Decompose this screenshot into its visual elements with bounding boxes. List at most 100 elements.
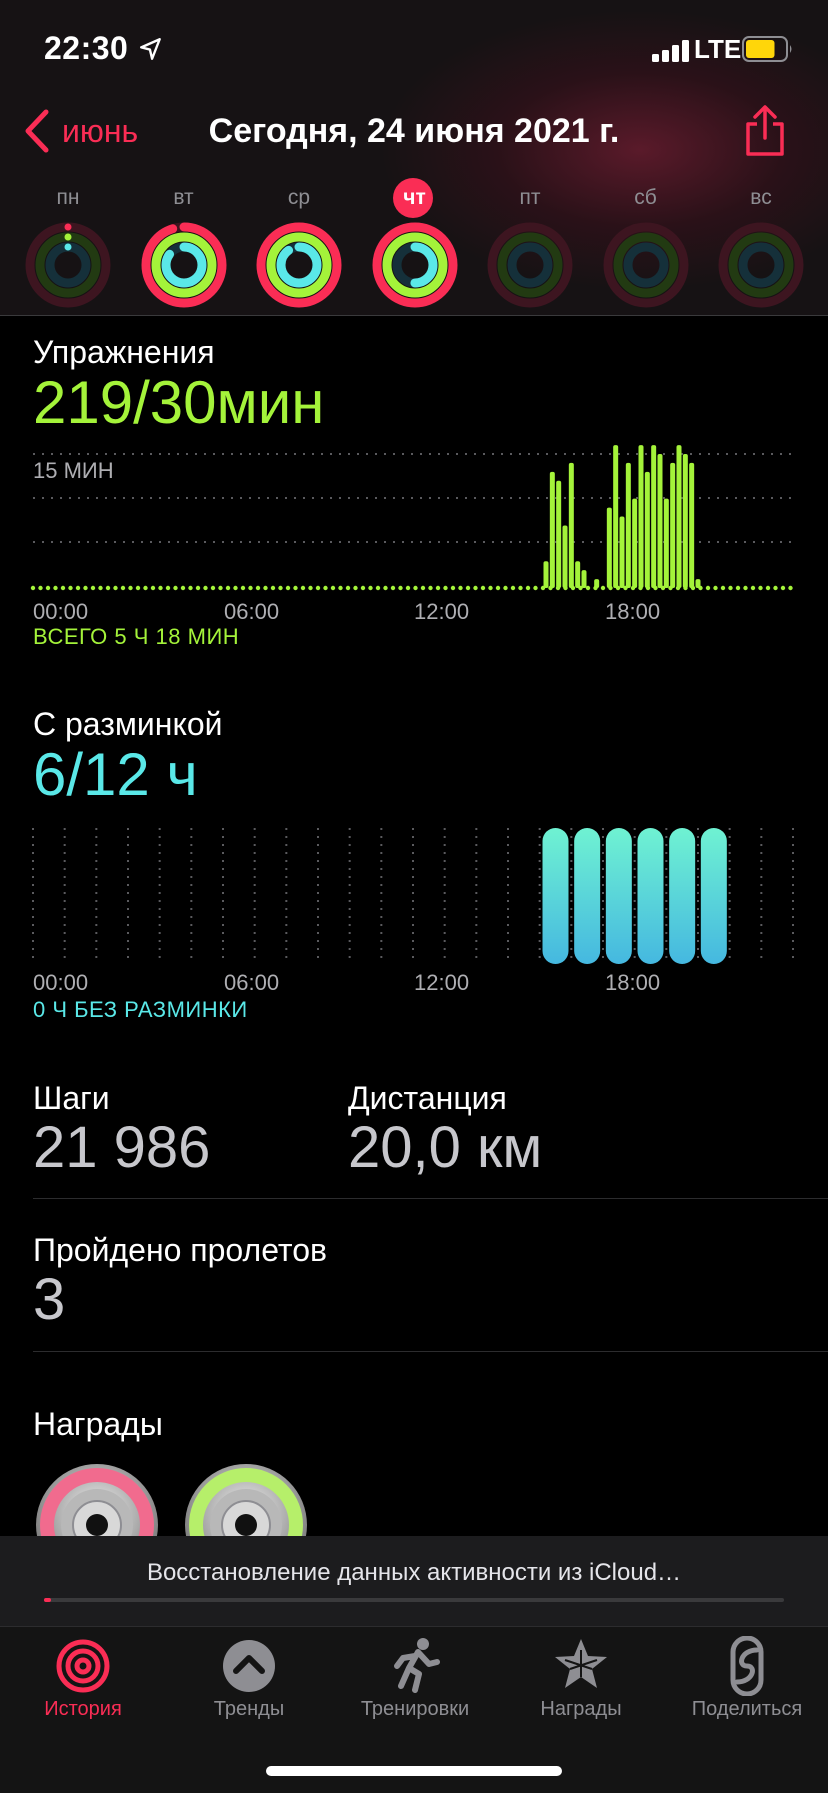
activity-ring-4[interactable] bbox=[487, 222, 573, 308]
exercise-baseline-dot bbox=[90, 585, 96, 591]
stand-bar bbox=[669, 828, 696, 964]
exercise-bar bbox=[695, 579, 701, 588]
ring-move-dot bbox=[64, 223, 72, 231]
awards-star-icon bbox=[555, 1639, 607, 1688]
exercise-baseline-dot bbox=[330, 585, 336, 591]
exercise-baseline-dot bbox=[758, 585, 763, 591]
exercise-baseline-dot bbox=[113, 585, 118, 591]
exercise-bar bbox=[613, 445, 619, 588]
exercise-value: 219/30мин bbox=[33, 369, 325, 436]
stand-bar bbox=[574, 828, 601, 964]
activity-ring-6[interactable] bbox=[718, 222, 804, 308]
exercise-baseline-dot bbox=[368, 585, 373, 591]
home-indicator[interactable] bbox=[266, 1766, 562, 1776]
day-label[interactable]: пт bbox=[495, 186, 565, 210]
exercise-bar bbox=[594, 579, 600, 588]
exercise-bar bbox=[657, 454, 663, 588]
exercise-baseline-dot bbox=[128, 585, 133, 591]
stand-bar bbox=[700, 828, 727, 964]
exercise-baseline-dot bbox=[788, 585, 793, 591]
exercise-baseline-dot bbox=[585, 585, 591, 591]
exercise-baseline-dot bbox=[488, 585, 493, 591]
exercise-baseline-dot bbox=[338, 585, 343, 591]
day-label[interactable]: пн bbox=[33, 186, 103, 210]
exercise-bar bbox=[549, 471, 555, 588]
tab-awards[interactable]: Награды bbox=[498, 1636, 664, 1740]
activity-ring-2[interactable] bbox=[256, 222, 342, 308]
activity-ring-5[interactable] bbox=[603, 222, 689, 308]
running-figure-icon bbox=[394, 1638, 440, 1693]
exercise-baseline-dot bbox=[750, 585, 756, 591]
stand-tick-0: 00:00 bbox=[33, 970, 89, 995]
activity-ring-3[interactable] bbox=[372, 222, 458, 308]
stand-tick-3: 18:00 bbox=[605, 970, 661, 995]
stand-title: С разминкой bbox=[33, 706, 223, 742]
ring-stand bbox=[276, 242, 322, 288]
exercise-baseline-dot bbox=[98, 585, 103, 591]
tab-trends[interactable]: Тренды bbox=[166, 1636, 332, 1740]
share-icon[interactable] bbox=[740, 104, 790, 158]
ring-stand-dot bbox=[64, 243, 72, 251]
stand-tick-2: 12:00 bbox=[414, 970, 470, 995]
exercise-baseline-dot bbox=[53, 585, 58, 591]
exercise-baseline-dot bbox=[720, 585, 726, 591]
exercise-bar bbox=[556, 480, 562, 588]
status-time: 22:30 bbox=[44, 30, 129, 66]
exercise-baseline-dot bbox=[728, 585, 733, 591]
activity-ring-1[interactable] bbox=[141, 222, 227, 308]
exercise-bar bbox=[625, 462, 631, 588]
ring-exercise-dot bbox=[64, 233, 72, 241]
location-arrow-icon bbox=[140, 38, 161, 60]
exercise-baseline-dot bbox=[473, 585, 478, 591]
exercise-baseline-dot bbox=[600, 585, 606, 591]
exercise-bar bbox=[670, 462, 676, 588]
exercise-baseline-dot bbox=[353, 585, 358, 591]
day-label[interactable]: сб bbox=[611, 186, 681, 210]
ring-stand bbox=[161, 242, 206, 288]
restore-progress-fill bbox=[44, 1598, 52, 1602]
tab-history[interactable]: История bbox=[0, 1636, 166, 1740]
exercise-baseline-dot bbox=[518, 585, 523, 591]
exercise-baseline-dot bbox=[210, 585, 216, 591]
stand-tick-1: 06:00 bbox=[224, 970, 280, 995]
exercise-baseline-dot bbox=[105, 585, 111, 591]
exercise-baseline-dot bbox=[45, 585, 51, 591]
exercise-baseline-dot bbox=[293, 585, 298, 591]
steps-value: 21 986 bbox=[33, 1115, 211, 1180]
exercise-bar bbox=[606, 507, 612, 588]
flights-value: 3 bbox=[33, 1267, 66, 1332]
exercise-baseline-dot bbox=[458, 585, 463, 591]
day-label[interactable]: ср bbox=[264, 186, 334, 210]
exercise-tick-1: 06:00 bbox=[224, 599, 280, 624]
day-label[interactable]: вс bbox=[726, 186, 796, 210]
exercise-bar bbox=[543, 561, 549, 588]
awards-title: Награды bbox=[33, 1406, 163, 1442]
exercise-baseline-dot bbox=[398, 585, 403, 591]
exercise-baseline-dot bbox=[428, 585, 433, 591]
tab-label: Поделиться bbox=[691, 1698, 803, 1720]
exercise-baseline-dot bbox=[405, 585, 411, 591]
exercise-baseline-dot bbox=[188, 585, 193, 591]
exercise-baseline-dot bbox=[75, 585, 81, 591]
exercise-baseline-dot bbox=[285, 585, 291, 591]
exercise-baseline-dot bbox=[83, 585, 88, 591]
tab-sharing[interactable]: Поделиться bbox=[664, 1636, 828, 1740]
exercise-baseline-dot bbox=[165, 585, 171, 591]
exercise-baseline-dot bbox=[135, 585, 141, 591]
exercise-baseline-dot bbox=[195, 585, 201, 591]
exercise-baseline-dot bbox=[390, 585, 396, 591]
exercise-tick-2: 12:00 bbox=[414, 599, 470, 624]
stand-bar bbox=[605, 828, 632, 964]
day-label[interactable]: чт bbox=[380, 186, 450, 210]
exercise-baseline-dot bbox=[713, 585, 718, 591]
exercise-baseline-dot bbox=[270, 585, 276, 591]
activity-ring-0[interactable] bbox=[25, 222, 111, 308]
exercise-baseline-dot bbox=[533, 585, 538, 591]
exercise-baseline-dot bbox=[705, 585, 711, 591]
stand-total: 0 Ч БЕЗ РАЗМИНКИ bbox=[33, 997, 248, 1022]
exercise-tick-3: 18:00 bbox=[605, 599, 661, 624]
exercise-scale-label: 15 МИН bbox=[33, 458, 114, 483]
exercise-baseline-dot bbox=[203, 585, 208, 591]
day-label[interactable]: вт bbox=[149, 186, 219, 210]
tab-workouts[interactable]: Тренировки bbox=[332, 1636, 498, 1740]
